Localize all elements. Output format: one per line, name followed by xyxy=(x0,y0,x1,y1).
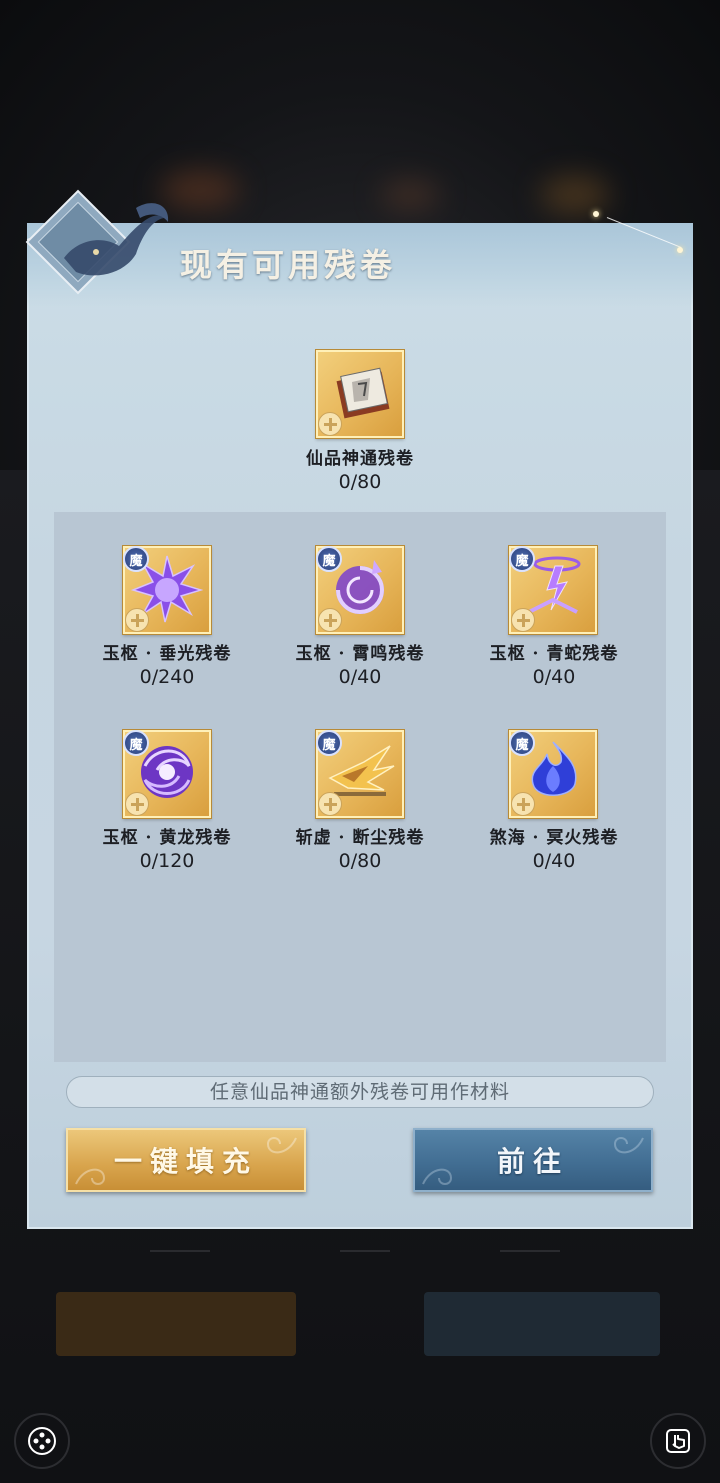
cloud-pattern-icon xyxy=(422,1168,453,1185)
scroll-count: 0/80 xyxy=(338,850,382,872)
scroll-tile[interactable]: 魔 xyxy=(509,546,597,634)
demon-badge: 魔 xyxy=(316,730,342,756)
star-dot xyxy=(593,211,599,217)
scroll-count: 0/40 xyxy=(338,666,382,688)
go-button[interactable]: 前往 xyxy=(413,1128,653,1192)
scroll-tile[interactable]: 魔 xyxy=(316,730,404,818)
go-label: 前往 xyxy=(496,1145,569,1178)
add-icon[interactable] xyxy=(511,608,535,632)
scroll-count: 0/40 xyxy=(532,850,576,872)
scroll-name: 煞海 · 冥火残卷 xyxy=(489,828,619,848)
add-icon[interactable] xyxy=(318,792,342,816)
dialog-title: 现有可用残卷 xyxy=(180,246,397,284)
scroll-name: 斩虚 · 断尘残卷 xyxy=(295,828,425,848)
scroll-name: 玉枢 · 垂光残卷 xyxy=(102,644,232,664)
demon-badge: 魔 xyxy=(123,730,149,756)
demon-badge: 魔 xyxy=(509,730,535,756)
scroll-count: 0/240 xyxy=(139,666,195,688)
gamepad-icon xyxy=(28,1427,56,1455)
add-icon[interactable] xyxy=(318,608,342,632)
add-icon[interactable] xyxy=(125,792,149,816)
scroll-name: 玉枢 · 黄龙残卷 xyxy=(102,828,232,848)
demon-badge: 魔 xyxy=(123,546,149,572)
auto-fill-label: 一键填充 xyxy=(113,1145,258,1178)
add-icon[interactable] xyxy=(318,412,342,436)
scroll-count: 0/40 xyxy=(532,666,576,688)
scroll-name: 玉枢 · 青蛇残卷 xyxy=(489,644,619,664)
featured-scroll-tile[interactable] xyxy=(316,350,404,438)
scroll-tile[interactable]: 魔 xyxy=(123,730,211,818)
scroll-tile[interactable]: 魔 xyxy=(123,546,211,634)
scroll-name: 玉枢 · 霄鸣残卷 xyxy=(295,644,425,664)
scroll-tile[interactable]: 魔 xyxy=(316,546,404,634)
featured-scroll-name: 仙品神通残卷 xyxy=(306,449,414,469)
tap-hand-icon xyxy=(666,1429,690,1453)
auto-fill-button[interactable]: 一键填充 xyxy=(66,1128,306,1192)
cloud-pattern-icon xyxy=(613,1137,644,1154)
scroll-count: 0/120 xyxy=(139,850,195,872)
cloud-pattern-icon xyxy=(266,1137,297,1154)
scroll-tile[interactable]: 魔 xyxy=(509,730,597,818)
fox-emblem-icon xyxy=(25,189,169,295)
featured-scroll-count: 0/80 xyxy=(338,471,382,493)
demon-badge: 魔 xyxy=(316,546,342,572)
material-hint: 任意仙品神通额外残卷可用作材料 xyxy=(66,1076,654,1108)
demon-badge: 魔 xyxy=(509,546,535,572)
touch-assist-button[interactable] xyxy=(650,1413,706,1469)
star-dot xyxy=(677,247,683,253)
add-icon[interactable] xyxy=(511,792,535,816)
add-icon[interactable] xyxy=(125,608,149,632)
gamepad-overlay-button[interactable] xyxy=(14,1413,70,1469)
cloud-pattern-icon xyxy=(75,1168,106,1185)
